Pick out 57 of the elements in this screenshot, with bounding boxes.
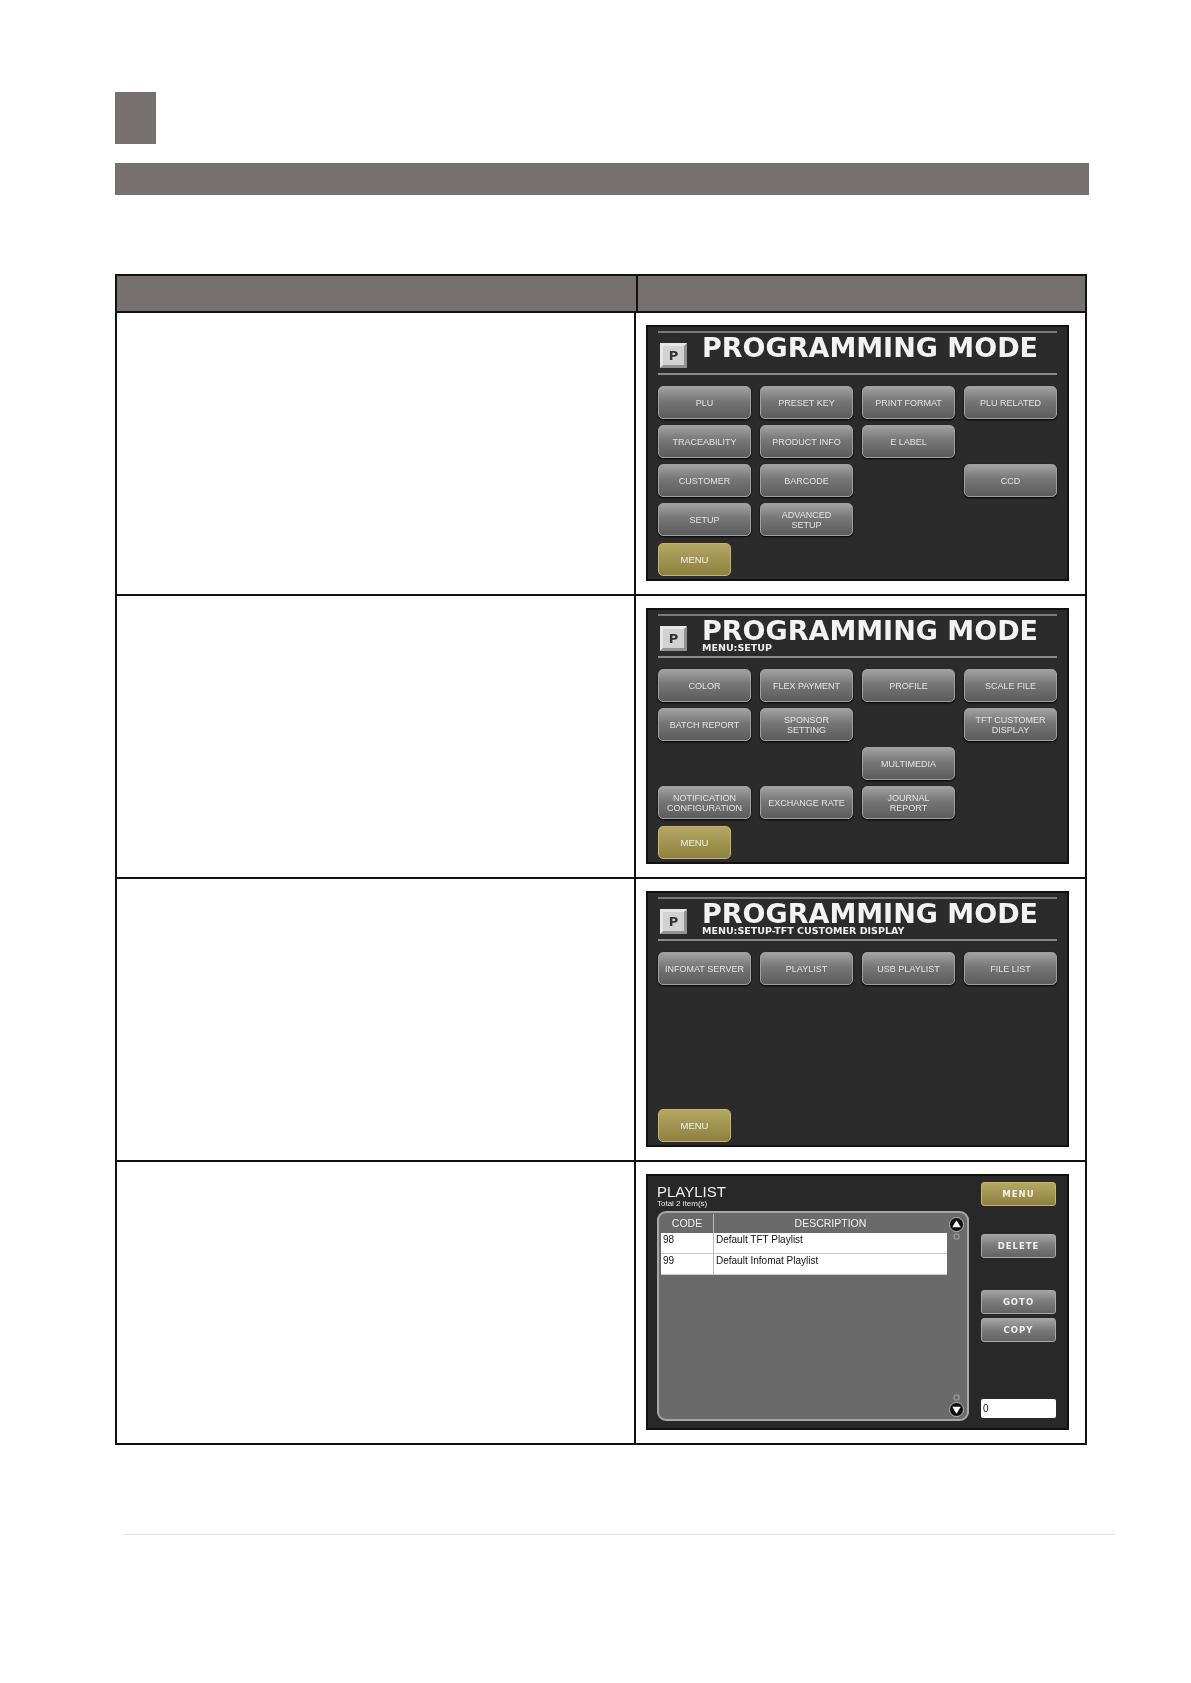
table-cell-text: Default TFT Playlist <box>715 1233 804 1247</box>
mode-badge: P <box>660 626 687 651</box>
action-button[interactable]: COPY <box>981 1318 1056 1342</box>
ring-icon <box>952 1394 960 1401</box>
menu-option-button[interactable]: PRESET KEY <box>760 386 853 419</box>
menu-option-button[interactable]: BARCODE <box>760 464 853 497</box>
ring-icon <box>952 1233 960 1240</box>
screen-title: PROGRAMMING MODE <box>702 902 1038 926</box>
menu-option-button[interactable]: TFT CUSTOMER DISPLAY <box>964 708 1057 741</box>
table-cell-text: Default Infomat Playlist <box>715 1254 820 1268</box>
input-field[interactable]: 0 <box>981 1399 1056 1418</box>
menu-option-button[interactable]: CUSTOMER <box>658 464 751 497</box>
menu-button[interactable]: MENU <box>658 826 731 859</box>
menu-button[interactable]: MENU <box>658 1109 731 1142</box>
list-row[interactable]: 98 Default TFT Playlist <box>661 1233 947 1254</box>
menu-option-button[interactable]: FILE LIST <box>964 952 1057 985</box>
menu-option-button[interactable]: BATCH REPORT <box>658 708 751 741</box>
chapter-marker <box>115 92 156 144</box>
table-cell: 99 <box>661 1254 714 1274</box>
menu-option-button[interactable]: PROFILE <box>862 669 955 702</box>
menu-option-button[interactable]: MULTIMEDIA <box>862 747 955 780</box>
menu-option-button[interactable]: USB PLAYLIST <box>862 952 955 985</box>
menu-option-button[interactable]: SETUP <box>658 503 751 536</box>
list-row[interactable]: 99 Default Infomat Playlist <box>661 1254 947 1275</box>
scroll-down-icon[interactable] <box>948 1402 964 1417</box>
menu-option-button[interactable]: INFOMAT SERVER <box>658 952 751 985</box>
scroll-up-icon[interactable] <box>948 1217 964 1232</box>
menu-option-button[interactable]: SCALE FILE <box>964 669 1057 702</box>
table-cell: 98 <box>661 1233 714 1253</box>
menu-option-button[interactable]: FLEX PAYMENT <box>760 669 853 702</box>
screen-title: PROGRAMMING MODE <box>702 336 1038 360</box>
menu-option-button[interactable]: E LABEL <box>862 425 955 458</box>
screen-title: PROGRAMMING MODE <box>702 619 1038 643</box>
menu-option-button[interactable]: TRACEABILITY <box>658 425 751 458</box>
mode-badge: P <box>660 343 687 368</box>
menu-button[interactable]: MENU <box>658 543 731 576</box>
menu-option-button[interactable]: ADVANCED SETUP <box>760 503 853 536</box>
breadcrumb: MENU:SETUP-TFT CUSTOMER DISPLAY <box>702 926 906 936</box>
action-button[interactable]: DELETE <box>981 1234 1056 1258</box>
menu-option-button[interactable]: PLU <box>658 386 751 419</box>
column-header: DESCRIPTION <box>793 1216 868 1231</box>
menu-option-button[interactable]: SPONSOR SETTING <box>760 708 853 741</box>
menu-option-button[interactable]: PRODUCT INFO <box>760 425 853 458</box>
item-count: Total 2 item(s) <box>657 1199 709 1208</box>
menu-option-button[interactable]: CCD <box>964 464 1057 497</box>
menu-option-button[interactable]: JOURNAL REPORT <box>862 786 955 819</box>
breadcrumb: MENU:SETUP <box>702 643 773 653</box>
action-button[interactable]: GOTO <box>981 1290 1056 1314</box>
menu-button[interactable]: MENU <box>981 1182 1056 1206</box>
menu-option-button[interactable]: NOTIFICATION CONFIGURATION <box>658 786 751 819</box>
menu-option-button[interactable]: PLU RELATED <box>964 386 1057 419</box>
menu-option-button[interactable]: COLOR <box>658 669 751 702</box>
menu-option-button[interactable]: EXCHANGE RATE <box>760 786 853 819</box>
menu-option-button[interactable]: PLAYLIST <box>760 952 853 985</box>
screen-title: PLAYLIST <box>657 1184 727 1199</box>
menu-option-button[interactable]: PRINT FORMAT <box>862 386 955 419</box>
mode-badge: P <box>660 909 687 934</box>
